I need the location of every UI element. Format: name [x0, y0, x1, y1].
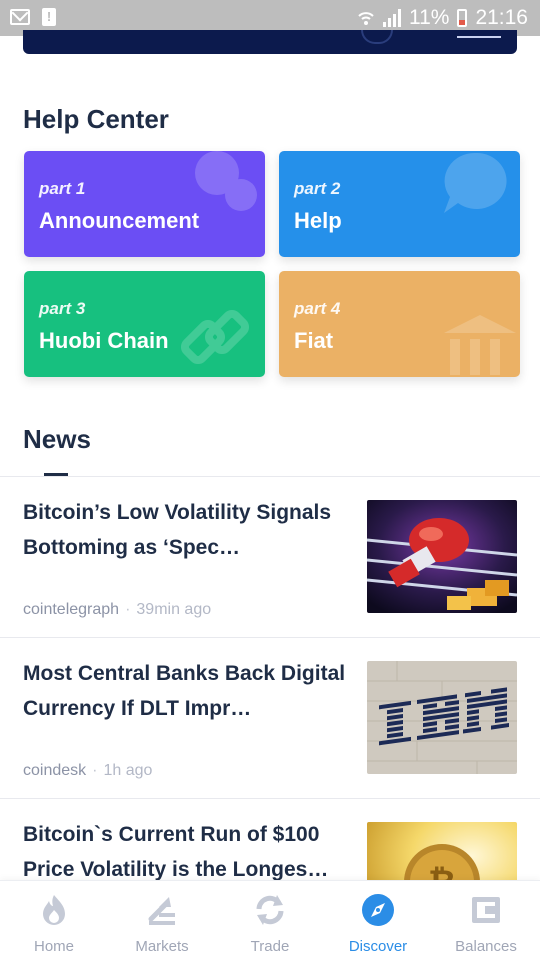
news-item[interactable]: Most Central Banks Back Digital Currency…: [0, 638, 540, 799]
ibm-logo-wall-image: [367, 661, 517, 774]
bottom-navigation: Home Markets Trade Discover Balances: [0, 880, 540, 960]
news-time: 1h ago: [103, 762, 153, 779]
help-center-title: Help Center: [23, 104, 169, 134]
question-bubble-icon: [444, 152, 507, 213]
battery-percent: 11%: [408, 6, 450, 29]
nav-home[interactable]: Home: [0, 881, 108, 960]
trade-arrows-icon: [256, 895, 284, 925]
nav-label: Trade: [250, 938, 290, 955]
flame-icon: [43, 895, 65, 925]
card-part-label: part 1: [39, 179, 86, 198]
nav-label: Balances: [455, 938, 517, 955]
card-title: Huobi Chain: [39, 328, 169, 353]
markets-icon: [148, 897, 175, 925]
card-title: Announcement: [39, 208, 200, 233]
compass-icon: [362, 894, 394, 926]
news-item[interactable]: Bitcoin’s Low Volatility Signals Bottomi…: [0, 477, 540, 638]
wifi-icon: [358, 12, 374, 25]
nav-trade[interactable]: Trade: [216, 881, 324, 960]
alert-icon: !: [42, 8, 56, 26]
nav-discover[interactable]: Discover: [324, 881, 432, 960]
huobi-chain-card[interactable]: part 3 Huobi Chain: [24, 271, 265, 377]
news-headline: Bitcoin’s Low Volatility Signals Bottomi…: [23, 501, 332, 559]
battery-icon: [457, 9, 468, 27]
card-part-label: part 3: [39, 299, 86, 318]
news-meta: coindesk · 1h ago: [23, 762, 153, 779]
chain-link-icon: [180, 309, 250, 365]
nav-markets[interactable]: Markets: [108, 881, 216, 960]
signal-icon: [382, 9, 401, 27]
news-title: News: [23, 424, 91, 454]
fiat-card[interactable]: part 4 Fiat: [279, 271, 520, 377]
news-headline: Most Central Banks Back Digital Currency…: [23, 662, 346, 720]
card-part-label: part 4: [294, 299, 341, 318]
card-title: Fiat: [294, 328, 334, 353]
news-source: cointelegraph: [23, 601, 120, 618]
news-source: coindesk: [23, 762, 87, 779]
boxing-glove-image: [367, 500, 517, 613]
announcement-card[interactable]: part 1 Announcement: [24, 151, 265, 257]
nav-balances[interactable]: Balances: [432, 881, 540, 960]
top-banner[interactable]: [23, 30, 517, 54]
nav-label: Home: [33, 938, 74, 955]
clock: 21:16: [475, 6, 528, 29]
banner-logo-icon: [361, 30, 393, 44]
help-card[interactable]: part 2 Help: [279, 151, 520, 257]
banner-indicator: [457, 36, 501, 38]
nav-label: Discover: [348, 938, 408, 955]
nav-label: Markets: [135, 938, 189, 955]
mail-icon: [10, 9, 30, 25]
card-part-label: part 2: [294, 179, 341, 198]
wallet-icon: [472, 897, 500, 923]
news-time: 39min ago: [136, 601, 212, 618]
bank-icon: [444, 315, 516, 375]
card-title: Help: [294, 208, 342, 233]
news-meta: cointelegraph · 39min ago: [23, 601, 212, 618]
news-headline: Bitcoin`s Current Run of $100 Price Vola…: [23, 823, 329, 881]
